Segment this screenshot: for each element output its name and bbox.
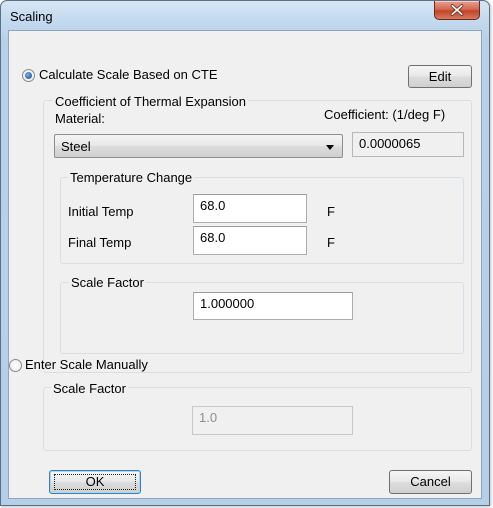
material-select[interactable]: Steel (54, 134, 343, 158)
close-icon (450, 4, 464, 16)
dialog-title: Scaling (10, 9, 53, 24)
final-temp-label: Final Temp (68, 235, 132, 250)
coefficient-field: 0.0000065 (352, 132, 464, 157)
cancel-button[interactable]: Cancel (389, 470, 472, 494)
manual-radio[interactable] (9, 359, 22, 372)
cte-group-title: Coefficient of Thermal Expansion (53, 94, 249, 109)
manual-scale-group-title: Scale Factor (51, 381, 128, 396)
final-temp-input[interactable]: 68.0 (193, 226, 307, 255)
manual-radio-label[interactable]: Enter Scale Manually (25, 357, 148, 372)
scale-factor-input[interactable]: 1.000000 (193, 292, 353, 320)
cancel-button-label: Cancel (410, 474, 451, 489)
close-button[interactable] (434, 1, 480, 20)
manual-scale-input[interactable]: 1.0 (192, 406, 353, 435)
ok-button[interactable]: OK (49, 470, 141, 494)
material-select-value: Steel (61, 139, 91, 154)
edit-button[interactable]: Edit (408, 65, 472, 88)
dialog-body: Calculate Scale Based on CTE Edit Coeffi… (8, 30, 482, 499)
title-bar[interactable]: Scaling (1, 1, 489, 29)
scaling-dialog: Scaling Calculate Scale Based on CTE Edi… (0, 0, 490, 506)
edit-button-label: Edit (428, 69, 452, 84)
coefficient-value: 0.0000065 (359, 136, 421, 151)
cte-radio-label[interactable]: Calculate Scale Based on CTE (39, 67, 217, 82)
temperature-group-title: Temperature Change (68, 170, 195, 185)
initial-temp-value: 68.0 (200, 198, 226, 213)
coefficient-label: Coefficient: (1/deg F) (324, 107, 446, 122)
final-temp-unit: F (327, 235, 335, 250)
cte-radio[interactable] (22, 69, 35, 82)
initial-temp-input[interactable]: 68.0 (193, 194, 307, 223)
material-label: Material: (55, 111, 105, 126)
scale-factor-group-title: Scale Factor (69, 275, 146, 290)
initial-temp-unit: F (327, 204, 335, 219)
final-temp-value: 68.0 (200, 230, 226, 245)
initial-temp-label: Initial Temp (68, 204, 134, 219)
scale-factor-value: 1.000000 (200, 296, 255, 311)
chevron-down-icon (326, 145, 334, 150)
manual-scale-value: 1.0 (199, 410, 218, 425)
focus-indicator (54, 474, 136, 490)
